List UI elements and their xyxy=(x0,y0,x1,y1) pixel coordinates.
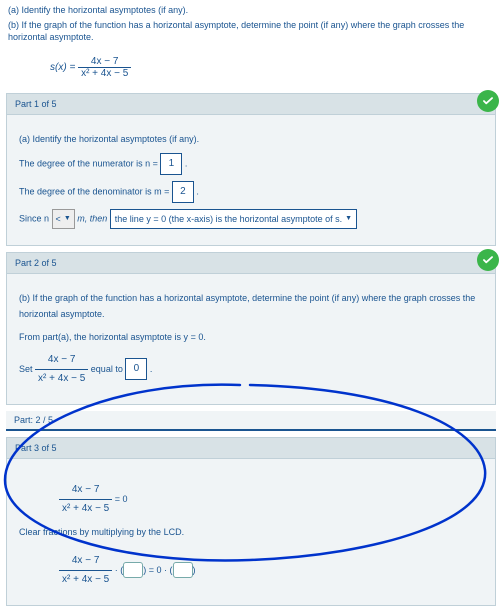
numerator-degree-input[interactable]: 1 xyxy=(160,153,182,175)
part3-eq1-rhs: = 0 xyxy=(115,494,128,504)
asymptote-result-dropdown[interactable]: the line y = 0 (the x-axis) is the horiz… xyxy=(110,209,357,229)
equation-denominator: x² + 4x − 5 xyxy=(78,67,131,79)
equal-to-period: . xyxy=(150,364,153,374)
part3-eq2-dot: · xyxy=(115,565,118,575)
equation-lhs: s(x) = xyxy=(50,62,75,73)
part3-eq2-num: 4x − 7 xyxy=(59,552,112,570)
correct-check-icon xyxy=(477,249,499,271)
lcd-input-2[interactable] xyxy=(173,562,193,578)
part-1-header: Part 1 of 5 xyxy=(7,94,495,115)
clear-fractions-text: Clear fractions by multiplying by the LC… xyxy=(19,524,483,540)
part1-intro: (a) Identify the horizontal asymptotes (… xyxy=(19,131,483,147)
part-2-header: Part 2 of 5 xyxy=(7,253,495,274)
comparison-value: < xyxy=(56,211,61,227)
numerator-degree-label: The degree of the numerator is n = xyxy=(19,158,158,168)
part2-intro: (b) If the graph of the function has a h… xyxy=(19,290,483,322)
denominator-degree-label: The degree of the denominator is m = xyxy=(19,186,169,196)
equal-to-input[interactable]: 0 xyxy=(125,358,147,380)
comparison-dropdown[interactable]: < ▼ xyxy=(52,209,75,229)
since-mid: m, then xyxy=(77,213,107,223)
since-label: Since n xyxy=(19,213,49,223)
part3-eq2-den: x² + 4x − 5 xyxy=(59,570,112,589)
denominator-degree-post: . xyxy=(196,186,199,196)
chevron-down-icon: ▼ xyxy=(345,213,352,226)
part-3-panel: Part 3 of 5 4x − 7 x² + 4x − 5 = 0 Clear… xyxy=(6,437,496,606)
main-function-equation: s(x) = 4x − 7 x² + 4x − 5 xyxy=(0,48,502,87)
part3-eq2-eq: = 0 · xyxy=(149,565,167,575)
question-b-text: (b) If the graph of the function has a h… xyxy=(8,19,494,44)
question-a-text: (a) Identify the horizontal asymptotes (… xyxy=(8,4,494,17)
part-1-panel: Part 1 of 5 (a) Identify the horizontal … xyxy=(6,93,496,246)
denominator-degree-input[interactable]: 2 xyxy=(172,181,194,203)
part2-frac-num: 4x − 7 xyxy=(35,351,88,369)
lcd-input-1[interactable] xyxy=(123,562,143,578)
set-label: Set xyxy=(19,364,33,374)
progress-indicator: Part: 2 / 5 xyxy=(6,411,496,431)
asymptote-result-value: the line y = 0 (the x-axis) is the horiz… xyxy=(115,211,342,227)
part2-frac-den: x² + 4x − 5 xyxy=(35,369,88,388)
part3-eq1-num: 4x − 7 xyxy=(59,481,112,499)
numerator-degree-post: . xyxy=(185,158,188,168)
part-3-header: Part 3 of 5 xyxy=(7,438,495,459)
equal-to-label: equal to xyxy=(91,364,123,374)
part3-eq1-den: x² + 4x − 5 xyxy=(59,499,112,518)
chevron-down-icon: ▼ xyxy=(64,213,71,226)
correct-check-icon xyxy=(477,90,499,112)
part-2-panel: Part 2 of 5 (b) If the graph of the func… xyxy=(6,252,496,405)
part2-from-a: From part(a), the horizontal asymptote i… xyxy=(19,329,483,345)
equation-numerator: 4x − 7 xyxy=(78,56,131,67)
